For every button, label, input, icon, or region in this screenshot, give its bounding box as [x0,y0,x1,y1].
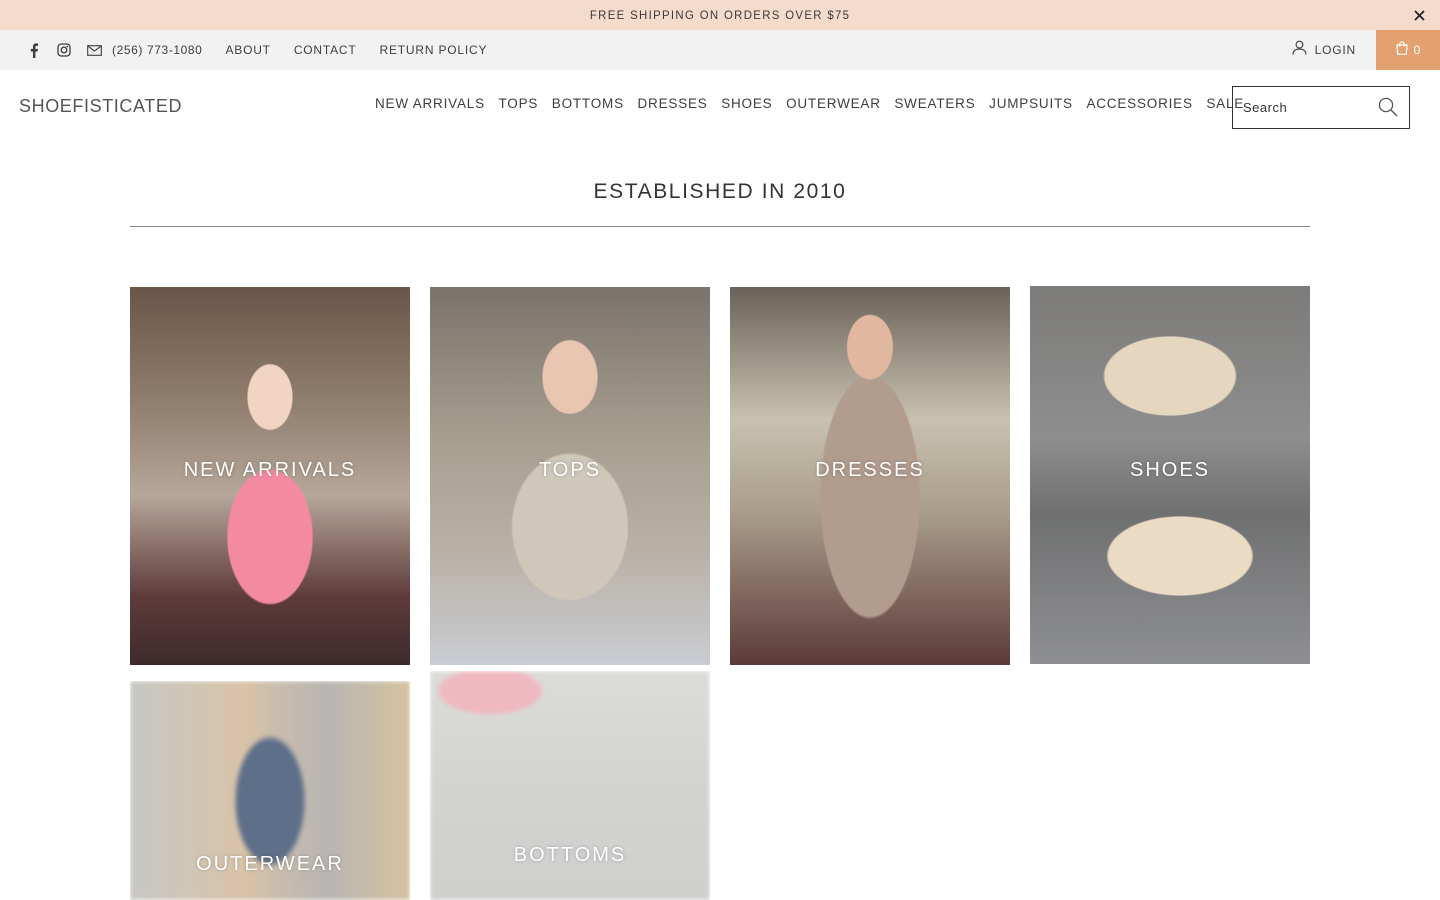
nav-tops[interactable]: TOPS [498,96,538,111]
collection-tile-bottoms[interactable]: BOTTOMS [430,671,710,900]
main-nav: NEW ARRIVALS TOPS BOTTOMS DRESSES SHOES … [375,96,1258,111]
contact-link[interactable]: CONTACT [294,43,357,57]
nav-bottoms[interactable]: BOTTOMS [552,96,624,111]
site-logo[interactable]: SHOEFISTICATED [19,96,182,117]
collection-tile-shoes[interactable]: SHOES [1030,286,1310,664]
nav-new-arrivals[interactable]: NEW ARRIVALS [375,96,485,111]
nav-jumpsuits[interactable]: JUMPSUITS [989,96,1073,111]
facebook-icon[interactable] [26,42,42,58]
collection-label: TOPS [538,459,602,481]
nav-dresses[interactable]: DRESSES [637,96,707,111]
close-icon[interactable] [1410,6,1428,24]
login-link[interactable]: LOGIN [1292,30,1356,70]
site-header: SHOEFISTICATED NEW ARRIVALS TOPS BOTTOMS… [0,70,1440,142]
search-box [1232,86,1410,129]
about-link[interactable]: ABOUT [225,43,270,57]
nav-outerwear[interactable]: OUTERWEAR [786,96,881,111]
announcement-text: FREE SHIPPING ON ORDERS OVER $75 [589,8,851,22]
shopping-bag-icon [1396,40,1408,60]
collection-tile-new-arrivals[interactable]: NEW ARRIVALS [130,287,410,665]
cart-count: 0 [1413,43,1421,57]
nav-sweaters[interactable]: SWEATERS [894,96,975,111]
collection-label: BOTTOMS [513,844,627,866]
instagram-icon[interactable] [56,42,72,58]
return-policy-link[interactable]: RETURN POLICY [380,43,488,57]
email-icon[interactable] [86,42,102,58]
utility-bar: (256) 773-1080 ABOUT CONTACT RETURN POLI… [0,30,1440,70]
collection-label: NEW ARRIVALS [183,459,357,481]
nav-shoes[interactable]: SHOES [721,96,772,111]
collection-label: SHOES [1129,459,1211,481]
collection-tile-outerwear[interactable]: OUTERWEAR [130,681,410,900]
collection-label: DRESSES [815,459,925,481]
search-input[interactable] [1243,100,1373,115]
cart-button[interactable]: 0 [1376,30,1440,70]
collection-tile-tops[interactable]: TOPS [430,287,710,665]
collection-tile-dresses[interactable]: DRESSES [730,287,1010,665]
user-icon [1292,40,1307,60]
search-icon[interactable] [1378,97,1398,122]
nav-accessories[interactable]: ACCESSORIES [1086,96,1192,111]
phone-link[interactable]: (256) 773-1080 [112,43,202,57]
page-heading: ESTABLISHED IN 2010 [593,180,847,203]
collection-label: OUTERWEAR [196,853,344,875]
login-label: LOGIN [1314,43,1356,57]
heading-divider [130,226,1310,227]
announcement-bar: FREE SHIPPING ON ORDERS OVER $75 [0,0,1440,30]
